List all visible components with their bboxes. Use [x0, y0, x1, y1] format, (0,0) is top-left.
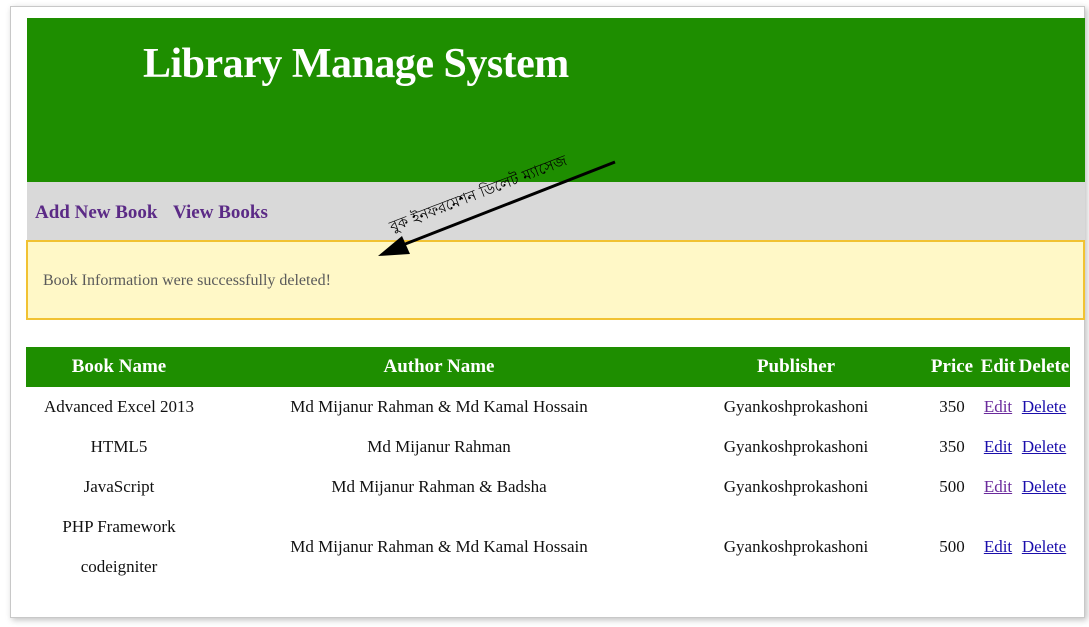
table-row: JavaScript Md Mijanur Rahman & Badsha Gy…: [26, 467, 1070, 507]
author-cell: Md Mijanur Rahman & Md Kamal Hossain: [290, 537, 588, 556]
delete-link[interactable]: Delete: [1022, 537, 1066, 556]
edit-link[interactable]: Edit: [984, 397, 1012, 416]
delete-link[interactable]: Delete: [1022, 437, 1066, 456]
author-cell: Md Mijanur Rahman: [367, 437, 511, 456]
col-header-price: Price: [926, 347, 978, 387]
book-name-cell: PHP Framework codeigniter: [26, 507, 212, 587]
author-cell: Md Mijanur Rahman & Badsha: [331, 477, 547, 496]
table-row: HTML5 Md Mijanur Rahman Gyankoshprokasho…: [26, 427, 1070, 467]
success-message-box: Book Information were successfully delet…: [26, 240, 1085, 320]
edit-link[interactable]: Edit: [984, 437, 1012, 456]
col-header-publisher: Publisher: [666, 347, 926, 387]
nav-bar: Add New Book View Books: [27, 182, 1085, 240]
book-name-cell: HTML5: [90, 437, 148, 456]
col-header-delete: Delete: [1018, 347, 1070, 387]
publisher-cell: Gyankoshprokashoni: [723, 397, 869, 416]
price-cell: 500: [939, 477, 965, 496]
site-header: Library Manage System: [27, 18, 1085, 182]
col-header-edit: Edit: [978, 347, 1018, 387]
add-new-book-link[interactable]: Add New Book: [35, 202, 157, 224]
book-name-cell: JavaScript: [83, 477, 155, 496]
edit-link[interactable]: Edit: [984, 477, 1012, 496]
publisher-cell: Gyankoshprokashoni: [723, 477, 869, 496]
col-header-book-name: Book Name: [26, 347, 212, 387]
site-title: Library Manage System: [143, 41, 569, 87]
price-cell: 500: [939, 537, 965, 556]
publisher-cell: Gyankoshprokashoni: [723, 437, 869, 456]
book-name-line: codeigniter: [80, 557, 158, 576]
books-table: Book Name Author Name Publisher Price Ed…: [26, 347, 1070, 587]
view-books-link[interactable]: View Books: [173, 202, 268, 224]
table-row: PHP Framework codeigniter Md Mijanur Rah…: [26, 507, 1070, 587]
delete-link[interactable]: Delete: [1022, 477, 1066, 496]
price-cell: 350: [939, 437, 965, 456]
edit-link[interactable]: Edit: [984, 537, 1012, 556]
table-header-row: Book Name Author Name Publisher Price Ed…: [26, 347, 1070, 387]
delete-link[interactable]: Delete: [1022, 397, 1066, 416]
table-row: Advanced Excel 2013 Md Mijanur Rahman & …: [26, 387, 1070, 427]
author-cell: Md Mijanur Rahman & Md Kamal Hossain: [290, 397, 588, 416]
publisher-cell: Gyankoshprokashoni: [723, 537, 869, 556]
book-name-line: PHP Framework: [62, 517, 176, 536]
col-header-author-name: Author Name: [212, 347, 666, 387]
success-message-text: Book Information were successfully delet…: [43, 272, 331, 289]
price-cell: 350: [939, 397, 965, 416]
book-name-cell: Advanced Excel 2013: [43, 397, 195, 416]
